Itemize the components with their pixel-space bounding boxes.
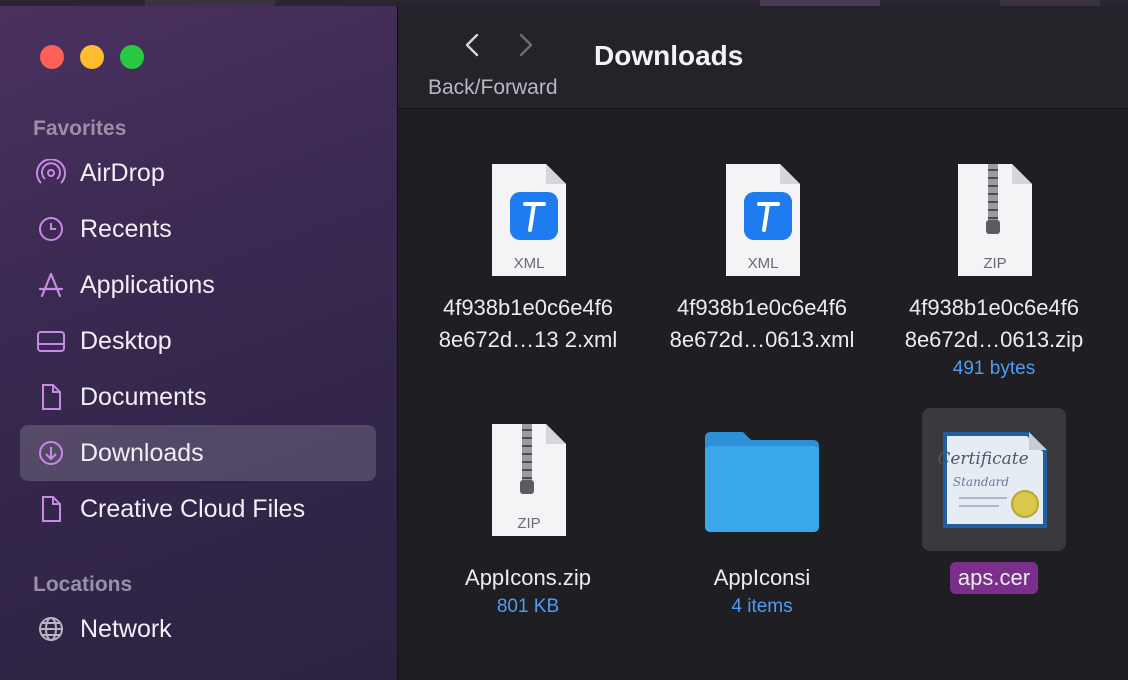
item-count: 4 items [731, 596, 793, 617]
file-item[interactable]: XML 4f938b1e0c6e4f6 8e672d…13 2.xml [418, 160, 638, 356]
applications-icon [36, 271, 66, 299]
chevron-right-icon [519, 33, 533, 57]
file-item[interactable]: AppIconsi 4 items [652, 420, 872, 618]
svg-text:ZIP: ZIP [517, 515, 540, 532]
zip-file-icon: ZIP [478, 420, 578, 540]
file-name: 4f938b1e0c6e4f6 8e672d…0613.zip [904, 295, 1084, 352]
window-title: Downloads [594, 40, 744, 71]
zoom-window-button[interactable] [120, 45, 144, 69]
toolbar: Back/Forward Downloads [398, 6, 1128, 109]
back-button[interactable] [458, 30, 488, 60]
sidebar-item-label: Documents [80, 383, 207, 411]
file-name: 4f938b1e0c6e4f6 8e672d…13 2.xml [438, 295, 618, 352]
sidebar-item-applications[interactable]: Applications [20, 257, 376, 313]
sidebar-item-label: Network [80, 615, 172, 643]
sidebar-item-recents[interactable]: Recents [20, 201, 376, 257]
file-browser: Back/Forward Downloads XML 4f938b1e0c6e4… [398, 6, 1128, 680]
svg-text:XML: XML [514, 255, 545, 272]
xml-file-icon: XML [478, 160, 578, 280]
sidebar-item-documents[interactable]: Documents [20, 369, 376, 425]
close-window-button[interactable] [40, 45, 64, 69]
sidebar-item-desktop[interactable]: Desktop [20, 313, 376, 369]
document-icon [36, 383, 66, 411]
file-name: AppIcons.zip [465, 565, 591, 590]
file-item[interactable]: ZIP AppIcons.zip 801 KB [418, 420, 638, 618]
clock-icon [36, 215, 66, 243]
sidebar: Favorites AirDrop Recents Applications D… [0, 6, 398, 680]
zip-file-icon: ZIP [944, 160, 1044, 280]
forward-button[interactable] [510, 30, 540, 60]
desktop-icon [36, 327, 66, 355]
sidebar-item-label: Recents [80, 215, 172, 243]
sidebar-item-network[interactable]: Network [20, 601, 376, 657]
minimize-window-button[interactable] [80, 45, 104, 69]
sidebar-item-airdrop[interactable]: AirDrop [20, 145, 376, 201]
finder-window: Favorites AirDrop Recents Applications D… [0, 6, 1128, 680]
svg-text:Certificate: Certificate [937, 449, 1028, 469]
locations-heading: Locations [33, 573, 133, 596]
file-size: 491 bytes [952, 358, 1036, 379]
globe-icon [36, 615, 66, 643]
folder-icon [697, 420, 827, 540]
sidebar-item-label: Creative Cloud Files [80, 495, 306, 523]
sidebar-item-label: Downloads [80, 439, 204, 467]
svg-text:Standard: Standard [953, 475, 1009, 489]
file-name: aps.cer [884, 562, 1104, 594]
chevron-left-icon [465, 33, 479, 57]
xml-file-icon: XML [712, 160, 812, 280]
file-name: AppIconsi [713, 565, 811, 590]
sidebar-item-downloads[interactable]: Downloads [20, 425, 376, 481]
sidebar-item-creative-cloud-files[interactable]: Creative Cloud Files [20, 481, 376, 537]
sidebar-item-label: AirDrop [80, 159, 165, 187]
svg-text:ZIP: ZIP [983, 255, 1006, 272]
file-item[interactable]: XML 4f938b1e0c6e4f6 8e672d…0613.xml [652, 160, 872, 356]
sidebar-item-label: Applications [80, 271, 215, 299]
sidebar-item-label: Desktop [80, 327, 172, 355]
file-size: 801 KB [496, 596, 560, 617]
file-icon [36, 495, 66, 523]
certificate-icon: Certificate Standard [929, 420, 1059, 540]
file-item[interactable]: ZIP 4f938b1e0c6e4f6 8e672d…0613.zip 491 … [884, 160, 1104, 380]
file-item-selected[interactable]: Certificate Standard aps.cer [884, 420, 1104, 594]
nav-label: Back/Forward [428, 76, 558, 99]
file-name: 4f938b1e0c6e4f6 8e672d…0613.xml [669, 295, 855, 352]
favorites-heading: Favorites [33, 117, 127, 140]
download-icon [36, 439, 66, 467]
airdrop-icon [36, 158, 66, 187]
svg-text:XML: XML [748, 255, 779, 272]
